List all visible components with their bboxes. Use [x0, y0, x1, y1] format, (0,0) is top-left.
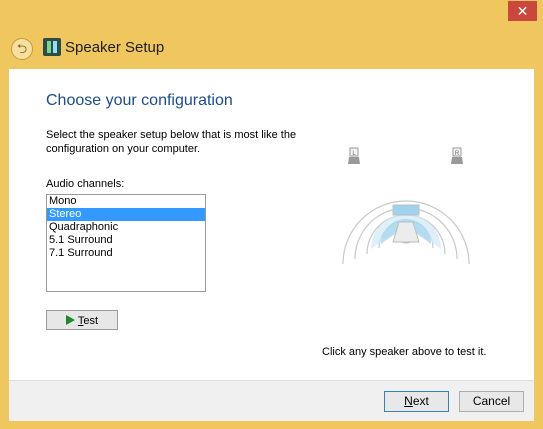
page-heading: Choose your configuration [46, 92, 233, 109]
speaker-diagram: L R [342, 147, 470, 265]
right-speaker-label: R [455, 151, 460, 157]
test-button[interactable]: Test [46, 310, 118, 330]
next-button[interactable]: Next [384, 391, 449, 412]
list-item-quadraphonic[interactable]: Quadraphonic [47, 221, 205, 234]
cancel-button[interactable]: Cancel [459, 391, 524, 412]
close-icon: ✕ [516, 3, 529, 19]
window-header: ⮌ Speaker Setup [0, 34, 543, 70]
list-item-mono[interactable]: Mono [47, 195, 205, 208]
right-speaker[interactable]: R [451, 147, 463, 164]
close-button[interactable]: ✕ [508, 1, 537, 21]
back-button[interactable]: ⮌ [11, 38, 33, 60]
speaker-test-hint: Click any speaker above to test it. [322, 346, 487, 358]
speaker-setup-app-icon [43, 38, 61, 56]
content-panel: Choose your configuration Select the spe… [9, 69, 534, 380]
window-title: Speaker Setup [65, 39, 165, 56]
audio-channels-list[interactable]: Mono Stereo Quadraphonic 5.1 Surround 7.… [46, 194, 206, 292]
dialog-footer: Next Cancel [9, 380, 534, 421]
audio-channels-label: Audio channels: [46, 178, 125, 190]
left-speaker[interactable]: L [348, 147, 360, 164]
list-item-5-1-surround[interactable]: 5.1 Surround [47, 234, 205, 247]
test-button-label: est [83, 315, 99, 327]
list-item-7-1-surround[interactable]: 7.1 Surround [47, 247, 205, 260]
next-button-label: ext [412, 394, 429, 408]
speaker-setup-window: ✕ ⮌ Speaker Setup Choose your configurat… [0, 0, 543, 429]
back-arrow-icon: ⮌ [16, 41, 28, 56]
page-description: Select the speaker setup below that is m… [46, 129, 297, 155]
next-button-mnemonic: N [404, 394, 413, 408]
play-icon [65, 315, 75, 325]
list-item-stereo[interactable]: Stereo [47, 208, 205, 221]
